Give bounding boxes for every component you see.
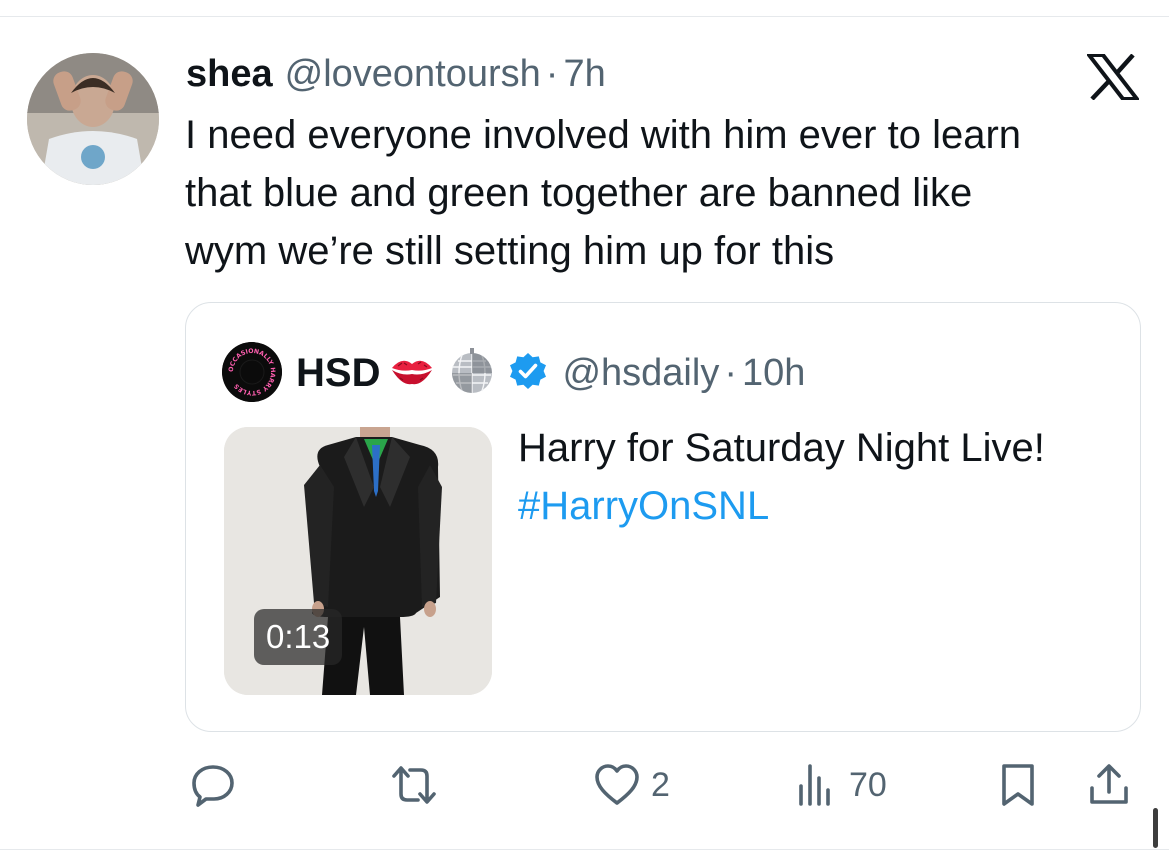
bookmark-button[interactable]: [996, 762, 1040, 808]
reply-button[interactable]: [190, 762, 246, 808]
like-button[interactable]: 2: [593, 762, 670, 808]
reply-icon: [192, 765, 234, 807]
quoted-text-body: Harry for Saturday Night Live!: [518, 426, 1045, 470]
scrollbar-thumb[interactable]: [1153, 808, 1158, 848]
quoted-tweet-card[interactable]: OCCASIONALLY HARRY STYLES HSD @hsdaily ·…: [185, 302, 1141, 732]
quoted-header-separator: ·: [724, 351, 737, 394]
quoted-author-avatar[interactable]: OCCASIONALLY HARRY STYLES: [222, 342, 282, 402]
tweet-header: shea @loveontoursh · 7h: [186, 52, 606, 96]
quoted-tweet-text: Harry for Saturday Night Live! #HarryOnS…: [518, 419, 1078, 535]
tweet-timestamp[interactable]: 7h: [563, 52, 605, 96]
tweet-screen: shea @loveontoursh · 7h I need everyone …: [0, 0, 1169, 854]
views-count: 70: [849, 765, 887, 804]
avatar-image: [27, 53, 159, 185]
hashtag-link[interactable]: #HarryOnSNL: [518, 484, 769, 528]
video-duration-badge: 0:13: [254, 609, 343, 665]
quoted-tweet-header: HSD @hsdaily · 10h: [296, 347, 805, 399]
quoted-video-thumbnail[interactable]: 0:13: [224, 427, 492, 695]
quoted-author-handle[interactable]: @hsdaily: [562, 352, 719, 395]
tweet-text: I need everyone involved with him ever t…: [185, 113, 1022, 273]
verified-badge-icon: [508, 351, 548, 396]
author-avatar[interactable]: [27, 53, 159, 185]
share-button[interactable]: [1086, 762, 1132, 808]
header-separator: ·: [545, 53, 559, 95]
retweet-icon: [392, 766, 436, 804]
views-button[interactable]: 70: [795, 762, 887, 808]
quoted-tweet-timestamp[interactable]: 10h: [742, 352, 805, 395]
bookmark-icon: [1002, 764, 1034, 806]
author-handle[interactable]: @loveontoursh: [285, 52, 541, 96]
x-logo-icon: [1084, 53, 1142, 101]
bottom-divider: [0, 849, 1169, 850]
kiss-mark-emoji: [388, 352, 436, 395]
author-name[interactable]: shea: [186, 52, 273, 96]
top-divider: [0, 16, 1169, 17]
like-count: 2: [651, 765, 670, 804]
quoted-author-name[interactable]: HSD: [296, 351, 380, 396]
views-icon: [799, 764, 830, 806]
share-icon: [1090, 764, 1128, 804]
mirror-ball-emoji: [444, 347, 500, 400]
retweet-button[interactable]: [388, 762, 450, 808]
heart-icon: [595, 764, 639, 805]
